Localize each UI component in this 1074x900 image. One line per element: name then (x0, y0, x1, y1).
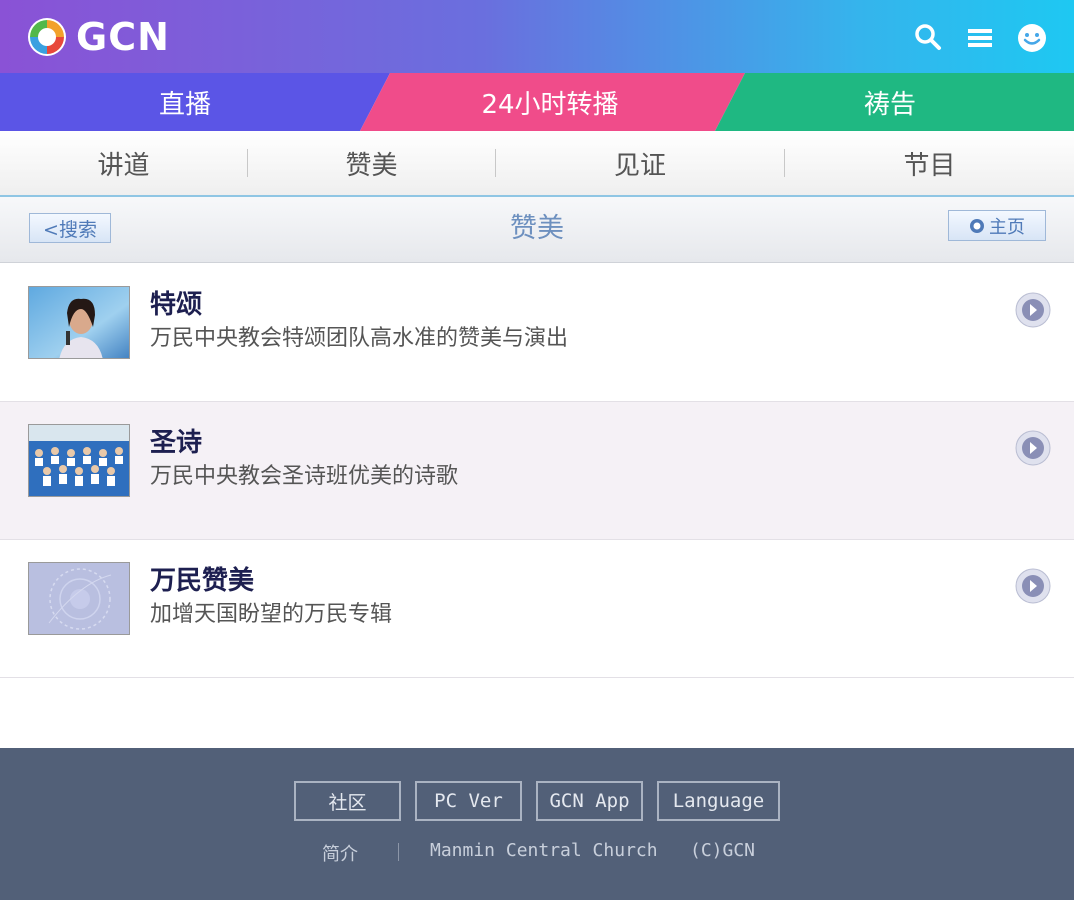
list-item[interactable]: 圣诗 万民中央教会圣诗班优美的诗歌 (0, 402, 1074, 540)
header-icons (912, 22, 1048, 54)
gcn-logo-icon (28, 18, 66, 56)
app-header: GCN (0, 0, 1074, 73)
home-button-label: 主页 (989, 216, 1025, 238)
logo-text: GCN (76, 15, 170, 59)
choir-photo-thumbnail (28, 424, 130, 497)
sub-tabs: 讲道 赞美 见证 节目 (0, 131, 1074, 197)
chevron-right-icon[interactable] (1015, 430, 1051, 466)
main-tabs: 直播 24小时转播 祷告 (0, 73, 1074, 131)
community-button[interactable]: 社区 (294, 781, 401, 821)
home-button[interactable]: 主页 (948, 210, 1046, 241)
choir-photo-image (29, 425, 129, 496)
title-bar: 赞美 <搜索 主页 (0, 197, 1074, 263)
page-title: 赞美 (510, 213, 564, 244)
tab-live[interactable]: 直播 (0, 73, 370, 131)
chevron-right-icon[interactable] (1015, 292, 1051, 328)
tab-24h-rebroadcast[interactable]: 24小时转播 (370, 73, 730, 131)
album-cover-thumbnail (28, 562, 130, 635)
list-item[interactable]: 特颂 万民中央教会特颂团队高水准的赞美与演出 (0, 264, 1074, 402)
home-icon (970, 218, 984, 233)
singer-photo-thumbnail (28, 286, 130, 359)
about-link[interactable]: 简介 (322, 840, 358, 866)
chevron-right-icon[interactable] (1015, 568, 1051, 604)
subtab-testimony[interactable]: 见证 (496, 131, 784, 195)
tab-prayer[interactable]: 祷告 (730, 73, 1050, 131)
language-button[interactable]: Language (657, 781, 780, 821)
subtab-sermon[interactable]: 讲道 (0, 131, 247, 195)
copyright: (C)GCN (690, 840, 756, 861)
praise-list: 特颂 万民中央教会特颂团队高水准的赞美与演出 圣诗 万民中央教会圣诗班优美的诗歌… (0, 264, 1074, 678)
item-description: 加增天国盼望的万民专辑 (150, 602, 393, 627)
search-icon[interactable] (912, 22, 944, 54)
subtab-programs[interactable]: 节目 (785, 131, 1074, 195)
item-description: 万民中央教会特颂团队高水准的赞美与演出 (150, 326, 569, 351)
item-title: 特颂 (150, 290, 203, 320)
item-title: 圣诗 (150, 428, 203, 458)
subtab-praise[interactable]: 赞美 (248, 131, 495, 195)
singer-photo-image (29, 287, 129, 358)
item-title: 万民赞美 (150, 566, 255, 596)
church-name: Manmin Central Church (430, 840, 658, 861)
footer-divider (398, 843, 399, 861)
gcn-app-button[interactable]: GCN App (536, 781, 643, 821)
pc-version-button[interactable]: PC Ver (415, 781, 522, 821)
gcn-logo[interactable]: GCN (26, 14, 170, 60)
back-search-button[interactable]: <搜索 (29, 213, 111, 243)
menu-icon[interactable] (964, 22, 996, 54)
album-cover-image (29, 563, 129, 634)
item-description: 万民中央教会圣诗班优美的诗歌 (150, 464, 459, 489)
list-item[interactable]: 万民赞美 加增天国盼望的万民专辑 (0, 540, 1074, 678)
smiley-icon[interactable] (1016, 22, 1048, 54)
footer: 社区 PC Ver GCN App Language 简介 Manmin Cen… (0, 748, 1074, 900)
